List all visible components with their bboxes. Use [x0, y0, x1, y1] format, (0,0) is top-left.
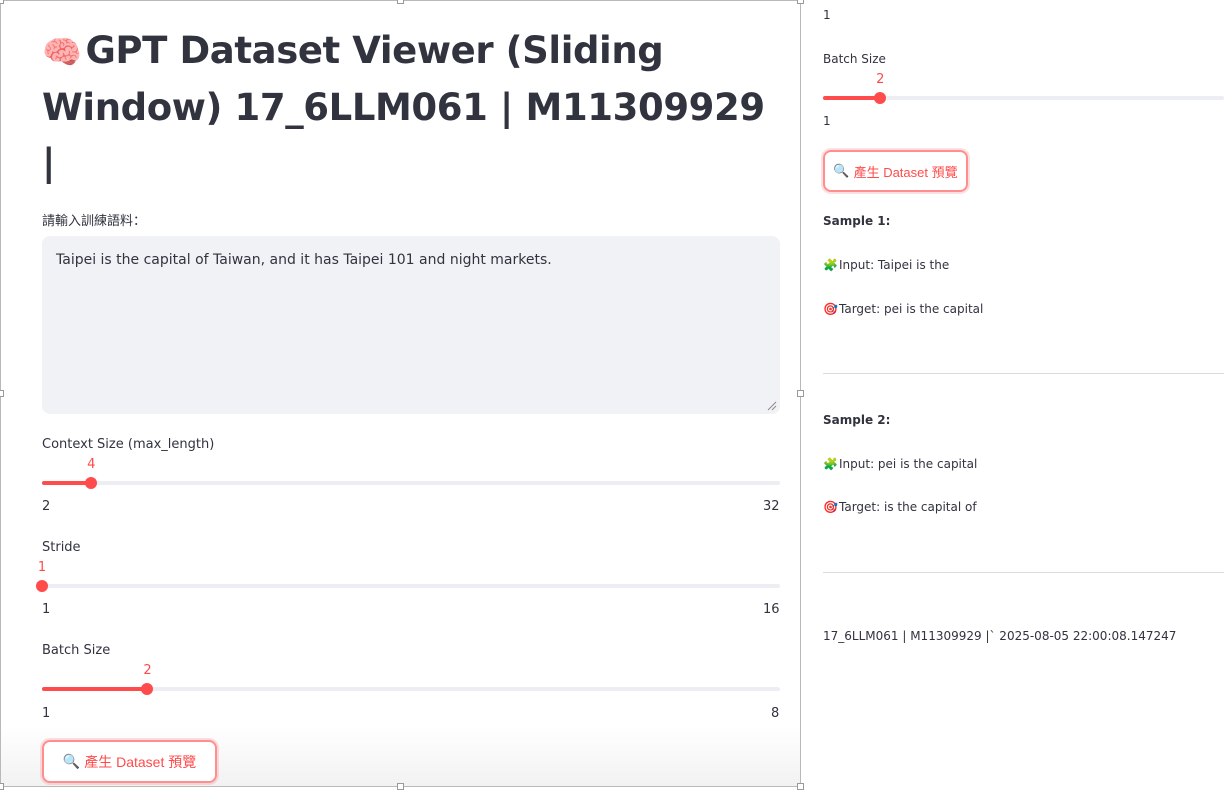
- puzzle-icon: 🧩: [823, 457, 838, 471]
- slider-fill: [823, 96, 881, 100]
- resize-handle[interactable]: [397, 0, 404, 4]
- preview-dataset-button-label: 產生 Dataset 預覽: [84, 753, 197, 770]
- preview-dataset-button[interactable]: 🔍 產生 Dataset 預覽: [42, 740, 217, 783]
- sample-title: Sample 2:: [823, 413, 891, 427]
- preview-dataset-button[interactable]: 🔍 產生 Dataset 預覽: [823, 150, 968, 192]
- footer-caption: 17_6LLM061 | M11309929 |` 2025-08-05 22:…: [823, 629, 1177, 643]
- stride-slider[interactable]: 1: [36, 560, 780, 598]
- sample-target-text: Target: is the capital of: [839, 500, 977, 514]
- slider-value: 1: [37, 560, 47, 575]
- slider-fill: [42, 481, 92, 485]
- context-size-label: Context Size (max_length): [42, 437, 215, 452]
- divider: [823, 373, 1224, 374]
- context-size-max: 32: [763, 499, 780, 514]
- resize-handle[interactable]: [797, 783, 804, 790]
- clipped-value: 1: [823, 8, 831, 22]
- target-icon: 🎯: [823, 302, 838, 316]
- batch-size-label: Batch Size: [823, 52, 886, 66]
- slider-value: 2: [143, 663, 152, 678]
- corpus-label: 請輸入訓練語料：: [42, 214, 147, 229]
- slider-track[interactable]: [42, 584, 780, 588]
- stride-label: Stride: [42, 540, 81, 555]
- brain-icon: 🧠: [42, 33, 82, 71]
- corpus-text[interactable]: Taipei is the capital of Taiwan, and it …: [56, 252, 552, 268]
- sample-input: 🧩Input: Taipei is the: [823, 258, 949, 272]
- slider-fill: [42, 687, 148, 691]
- context-size-slider[interactable]: 4: [42, 457, 780, 495]
- slider-thumb[interactable]: [874, 92, 887, 104]
- sample-input-text: Input: pei is the capital: [839, 457, 978, 471]
- page-title-text: GPT Dataset Viewer (Sliding Window) 17_6…: [42, 29, 765, 184]
- resize-handle[interactable]: [0, 0, 4, 4]
- sample-title: Sample 1:: [823, 214, 891, 228]
- slider-track[interactable]: [42, 481, 780, 485]
- batch-size-label: Batch Size: [42, 643, 111, 658]
- sample-target-text: Target: pei is the capital: [839, 302, 984, 316]
- sample-target: 🎯Target: pei is the capital: [823, 302, 983, 316]
- magnifier-icon: 🔍: [833, 163, 850, 178]
- resize-grip-icon[interactable]: [767, 401, 777, 411]
- resize-handle[interactable]: [797, 390, 804, 397]
- slider-thumb[interactable]: [141, 683, 154, 695]
- sample-target: 🎯Target: is the capital of: [823, 500, 977, 514]
- resize-handle[interactable]: [397, 783, 404, 790]
- batch-size-max: 8: [771, 706, 780, 721]
- batch-size-min: 1: [823, 114, 831, 128]
- page-title: 🧠 GPT Dataset Viewer (Sliding Window) 17_…: [42, 23, 782, 190]
- resize-handle[interactable]: [0, 390, 4, 397]
- resize-handle[interactable]: [0, 783, 4, 790]
- slider-thumb[interactable]: [36, 580, 48, 592]
- stride-min: 1: [42, 602, 51, 617]
- preview-dataset-button-label: 產生 Dataset 預覽: [853, 164, 958, 180]
- target-icon: 🎯: [823, 500, 838, 514]
- slider-thumb[interactable]: [85, 477, 98, 489]
- corpus-textarea[interactable]: Taipei is the capital of Taiwan, and it …: [42, 236, 780, 414]
- slider-value: 2: [876, 72, 885, 87]
- puzzle-icon: 🧩: [823, 258, 838, 272]
- batch-size-slider[interactable]: 2: [42, 663, 780, 701]
- slider-value: 4: [87, 457, 96, 472]
- batch-size-slider[interactable]: 2: [823, 72, 1224, 110]
- divider: [823, 572, 1224, 573]
- magnifier-icon: 🔍: [62, 753, 81, 769]
- resize-handle[interactable]: [797, 0, 804, 4]
- batch-size-min: 1: [42, 706, 51, 721]
- sample-input-text: Input: Taipei is the: [839, 258, 950, 272]
- sample-input: 🧩Input: pei is the capital: [823, 457, 977, 471]
- left-panel: 🧠 GPT Dataset Viewer (Sliding Window) 17_…: [0, 0, 801, 787]
- context-size-min: 2: [42, 499, 51, 514]
- stride-max: 16: [763, 602, 780, 617]
